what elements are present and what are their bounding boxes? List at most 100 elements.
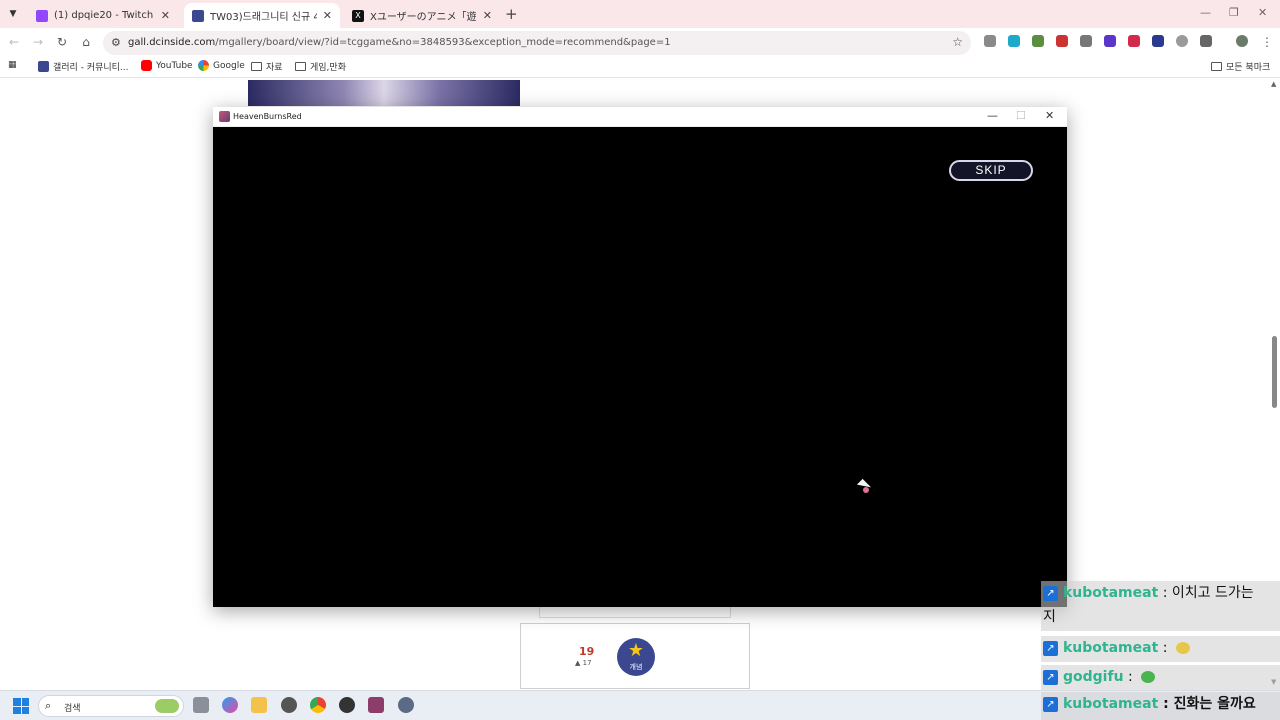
all-bookmarks[interactable]: 모든 북마크 <box>1211 60 1270 73</box>
extension-icon[interactable] <box>1152 35 1164 47</box>
chat-username: kubotameat <box>1063 585 1159 601</box>
dc-icon <box>192 9 204 22</box>
back-icon[interactable]: ← <box>6 34 22 50</box>
reload-icon[interactable]: ↻ <box>54 34 70 50</box>
game-window-titlebar[interactable]: HeavenBurnsRed — ☐ ✕ <box>213 107 1067 127</box>
bookmark-folder-games[interactable]: 게임,만화 <box>295 60 346 73</box>
chat-separator: : <box>1158 696 1174 712</box>
dc-icon <box>38 61 49 72</box>
extensions-puzzle-icon[interactable] <box>1200 35 1212 47</box>
folder-icon <box>251 62 262 71</box>
task-view-icon[interactable] <box>193 697 209 713</box>
minimize-icon[interactable]: — <box>1200 6 1211 19</box>
chat-username: godgifu <box>1063 669 1124 685</box>
chrome-icon[interactable] <box>310 697 326 713</box>
close-window-icon[interactable]: ✕ <box>1258 6 1267 19</box>
bookmark-google[interactable]: Google <box>198 60 245 71</box>
chat-badge-icon: ↗ <box>1043 641 1058 656</box>
chat-message: ↗ kubotameat : 진화는 올까요 <box>1041 692 1280 720</box>
close-icon[interactable]: ✕ <box>161 9 170 22</box>
bookmark-star-icon[interactable]: ☆ <box>952 35 963 49</box>
chat-separator: : <box>1123 669 1138 685</box>
post-image <box>248 80 520 106</box>
bookmark-label: 자료 <box>266 63 283 73</box>
address-bar[interactable]: ⚙ gall.dcinside.com/mgallery/board/view/… <box>103 31 971 55</box>
tab-search-chevron-icon[interactable]: ▼ <box>4 5 22 23</box>
skip-button[interactable]: SKIP <box>949 160 1033 181</box>
game-window-title: HeavenBurnsRed <box>233 112 302 121</box>
tab-strip: ▼ (1) dpqie20 - Twitch ✕ TW03)드래그니티 신규 4… <box>0 0 1280 28</box>
copilot-icon[interactable] <box>222 697 238 713</box>
twitch-icon <box>36 9 48 22</box>
file-explorer-icon[interactable] <box>251 697 267 713</box>
folder-icon <box>1211 62 1222 71</box>
chat-badge-icon: ↗ <box>1043 697 1058 712</box>
profile-avatar[interactable] <box>1236 35 1248 47</box>
chat-message: ↗ godgifu : <box>1041 665 1280 691</box>
extension-icon[interactable] <box>984 35 996 47</box>
game-window[interactable]: HeavenBurnsRed — ☐ ✕ SKIP <box>213 107 1067 607</box>
tab-twitch[interactable]: (1) dpqie20 - Twitch ✕ <box>28 3 178 28</box>
bookmark-label: 갤러리 - 커뮤니티... <box>53 63 129 73</box>
recommend-box: 19 ▲ 17 ★ 개념 <box>520 623 750 689</box>
tab-title: Xユーザーのアニメ「遊☆戯☆王 <box>370 12 477 23</box>
extension-icon[interactable] <box>1008 35 1020 47</box>
scrollbar-thumb[interactable] <box>1272 336 1277 408</box>
menu-icon[interactable]: ⋮ <box>1259 34 1275 50</box>
app-icon[interactable] <box>281 697 297 713</box>
concept-button[interactable]: ★ 개념 <box>617 638 655 676</box>
tab-dcinside[interactable]: TW03)드래그니티 신규 4종 정 ✕ <box>184 3 340 28</box>
game-taskbar-icon[interactable] <box>368 697 384 713</box>
search-placeholder: 검색 <box>64 704 81 714</box>
youtube-icon <box>141 60 152 71</box>
url-path: /mgallery/board/view/?id=tcggame&no=3848… <box>215 37 671 48</box>
extension-icon[interactable] <box>1176 35 1188 47</box>
google-icon <box>198 60 209 71</box>
windows-start-icon[interactable] <box>13 698 29 714</box>
emote-icon <box>1141 671 1156 683</box>
tab-title: TW03)드래그니티 신규 4종 정 <box>210 12 317 23</box>
chat-badge-icon: ↗ <box>1043 670 1058 685</box>
chat-text: 진화는 올까요 <box>1173 696 1256 712</box>
close-icon[interactable]: ✕ <box>483 9 492 22</box>
bookmark-folder-data[interactable]: 자료 <box>251 60 283 73</box>
chat-text: 이치고 드가는 <box>1171 585 1254 601</box>
bookmarks-bar: ▦ 갤러리 - 커뮤니티... YouTube Google 자료 게임,만화 … <box>0 56 1280 78</box>
extension-icon[interactable] <box>1056 35 1068 47</box>
taskbar-search[interactable]: ⌕ 검색 <box>38 695 184 717</box>
url-domain: gall.dcinside.com <box>128 37 216 48</box>
bookmark-label: YouTube <box>156 60 193 71</box>
bookmark-youtube[interactable]: YouTube <box>141 60 193 71</box>
chat-badge-icon: ↗ <box>1043 586 1058 601</box>
bookmark-label: Google <box>213 60 245 71</box>
maximize-icon[interactable]: ☐ <box>1016 109 1026 122</box>
chat-separator: : <box>1158 585 1172 601</box>
extension-icon[interactable] <box>1080 35 1092 47</box>
chat-username: kubotameat <box>1063 640 1159 656</box>
minimize-icon[interactable]: — <box>987 109 998 122</box>
settings-icon[interactable] <box>398 697 414 713</box>
game-app-icon <box>219 111 230 122</box>
search-highlight-icon <box>155 699 179 713</box>
forward-icon[interactable]: → <box>30 34 46 50</box>
extension-icon[interactable] <box>1032 35 1044 47</box>
app-icon[interactable] <box>339 697 355 713</box>
chat-message: ↗ kubotameat : 이치고 드가는 지 <box>1041 581 1280 631</box>
extension-icon[interactable] <box>1128 35 1140 47</box>
bookmark-gallery[interactable]: 갤러리 - 커뮤니티... <box>38 60 129 73</box>
emote-icon <box>1175 642 1190 654</box>
restore-icon[interactable]: ❐ <box>1229 6 1239 19</box>
extension-icon[interactable] <box>1104 35 1116 47</box>
new-tab-button[interactable]: + <box>505 5 518 23</box>
bookmark-label: 게임,만화 <box>310 63 346 73</box>
scroll-up-icon[interactable]: ▲ <box>1271 80 1276 88</box>
home-icon[interactable]: ⌂ <box>78 34 94 50</box>
tab-x[interactable]: X Xユーザーのアニメ「遊☆戯☆王 ✕ <box>344 3 500 28</box>
recommend-sub-count: ▲ 17 <box>575 659 592 667</box>
apps-grid-icon[interactable]: ▦ <box>8 60 17 70</box>
site-info-icon[interactable]: ⚙ <box>111 36 121 49</box>
close-icon[interactable]: ✕ <box>1045 109 1054 122</box>
close-icon[interactable]: ✕ <box>323 9 332 22</box>
signature-box <box>539 606 731 618</box>
address-url: gall.dcinside.com/mgallery/board/view/?i… <box>128 37 671 48</box>
